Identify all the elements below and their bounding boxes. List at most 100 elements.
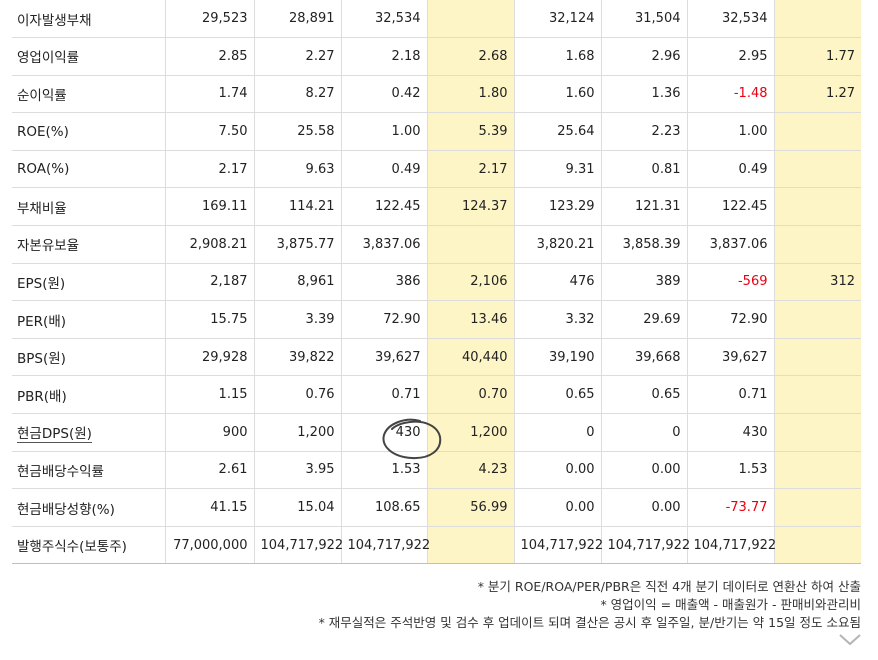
table-cell: 2.27 [253,37,341,76]
row-label: EPS(원) [12,263,165,302]
table-row: 영업이익률 2.85 2.27 2.18 2.68 1.68 2.96 2.95 1.77 [12,37,861,76]
table-cell: -73.77 [686,488,774,527]
table-cell: 9.63 [253,150,341,189]
table-cell: 1.27 [773,75,861,114]
table-cell [773,300,861,339]
table-cell: -1.48 [686,75,774,114]
table-cell: 1.80 [426,75,514,114]
table-cell: 3,837.06 [340,225,427,264]
table-cell: 386 [340,263,427,302]
table-cell: 1.68 [513,37,601,76]
table-cell: 114.21 [253,187,341,227]
table-cell: 169.11 [164,187,254,227]
table-cell: 2.18 [340,37,427,76]
table-row: PER(배) 15.75 3.39 72.90 13.46 3.32 29.69 72.90 [12,300,861,339]
table-cell: 2.17 [164,150,254,189]
table-row: 현금배당성향(%) 41.15 15.04 108.65 56.99 0.00 0.00 -7… [12,488,861,527]
row-label-text: 순이익률 [17,87,67,104]
table-cell: 31,504 [600,0,687,39]
table-row: EPS(원) 2,187 8,961 386 2,106 476 389 -569 312 [12,263,861,302]
table-cell: 13.46 [426,300,514,339]
table-row: BPS(원) 29,928 39,822 39,627 40,440 39,190 39,6… [12,338,861,377]
table-cell: 2.95 [686,37,774,76]
row-label: 부채비율 [12,187,165,227]
table-cell: 1,200 [253,413,341,452]
footnotes: * 분기 ROE/ROA/PER/PBR은 직전 4개 분기 데이터로 연환산 … [319,578,861,632]
row-label: 현금DPS(원) [12,413,165,452]
table-cell [773,0,861,39]
table-cell: 8.27 [253,75,341,114]
table-cell: 1.53 [340,451,427,490]
table-cell: 0.71 [686,375,774,415]
table-cell: 0.00 [600,488,687,527]
table-cell [773,187,861,227]
table-cell: 2.96 [600,37,687,76]
table-cell [773,338,861,377]
row-label-text: ROA(%) [17,161,70,178]
table-cell: 29,523 [164,0,254,39]
table-cell: 1,200 [426,413,514,452]
table-cell: 0.49 [340,150,427,189]
table-cell: 2.23 [600,112,687,151]
table-cell: 1.53 [686,451,774,490]
row-label-text: 자본유보율 [17,238,80,255]
footnote-operating-profit: * 영업이익 = 매출액 - 매출원가 - 판매비와관리비 [600,597,861,612]
table-cell [773,451,861,490]
table-row: ROA(%) 2.17 9.63 0.49 2.17 9.31 0.81 0.49 [12,150,861,189]
table-cell [773,526,861,565]
table-cell: 3,858.39 [600,225,687,264]
table-cell: 39,190 [513,338,601,377]
table-cell: 3.39 [253,300,341,339]
table-cell: 40,440 [426,338,514,377]
table-cell [773,375,861,415]
table-cell [426,0,514,39]
table-cell: 39,668 [600,338,687,377]
row-label-text: 영업이익률 [17,50,80,67]
table-cell: 4.23 [426,451,514,490]
row-label-text: 현금배당수익률 [17,463,104,480]
table-cell: 123.29 [513,187,601,227]
table-cell: 0.00 [513,451,601,490]
table-cell: 0.70 [426,375,514,415]
table-cell: 56.99 [426,488,514,527]
table-cell: 9.31 [513,150,601,189]
table-cell [773,413,861,452]
table-cell: 108.65 [340,488,427,527]
table-cell: 2,187 [164,263,254,302]
table-cell: 7.50 [164,112,254,151]
row-label-text: EPS(원) [17,275,66,292]
table-row: 자본유보율 2,908.21 3,875.77 3,837.06 3,820.21 3,8… [12,225,861,264]
table-cell: 312 [773,263,861,302]
table-cell: 2,106 [426,263,514,302]
table-cell: 3,837.06 [686,225,774,264]
table-cell: 0.00 [600,451,687,490]
table-cell: 104,717,922 [513,526,603,565]
table-cell: 121.31 [600,187,687,227]
row-label: 순이익률 [12,75,165,114]
table-cell: 124.37 [426,187,514,227]
row-label-text: 현금DPS(원) [17,426,92,444]
table-cell: 15.04 [253,488,341,527]
table-cell: 5.39 [426,112,514,151]
table-cell: 77,000,000 [164,526,254,565]
table-row: 이자발생부채 29,523 28,891 32,534 32,124 31,504 32,5… [12,0,861,39]
table-cell: 900 [164,413,254,452]
table-cell: 72.90 [340,300,427,339]
table-cell [773,112,861,151]
table-cell: 3.32 [513,300,601,339]
table-cell: 2,908.21 [164,225,254,264]
table-cell: 32,534 [340,0,427,39]
table-cell: 72.90 [686,300,774,339]
chevron-down-icon[interactable] [836,630,864,650]
table-cell: 104,717,922 [600,526,690,565]
financial-summary: 이자발생부채 29,523 28,891 32,534 32,124 31,504 32,5… [0,0,878,660]
table-cell: 1.00 [340,112,427,151]
table-cell [773,488,861,527]
table-cell: 29.69 [600,300,687,339]
table-cell: 39,822 [253,338,341,377]
table-cell [773,225,861,264]
row-label: ROA(%) [12,150,165,189]
table-cell [426,225,514,264]
row-label-text: ROE(%) [17,123,69,140]
row-label-text: 부채비율 [17,200,67,217]
